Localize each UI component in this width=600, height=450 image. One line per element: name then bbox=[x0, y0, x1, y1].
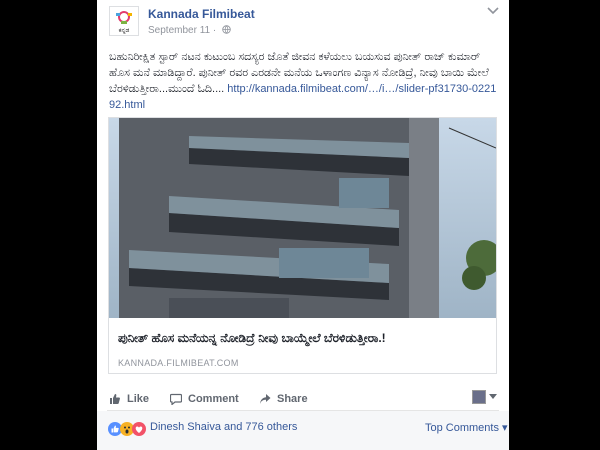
post-header: ಕನ್ನಡ Kannada Filmibeat September 11 · bbox=[97, 0, 509, 42]
comment-label: Comment bbox=[188, 393, 239, 405]
chevron-down-icon[interactable] bbox=[487, 6, 499, 16]
action-bar: Like Comment Share bbox=[109, 386, 497, 410]
share-button[interactable]: Share bbox=[259, 392, 308, 406]
reactions-bar: Dinesh Shaiva and 776 others Top Comment… bbox=[97, 411, 509, 450]
share-label: Share bbox=[277, 393, 308, 405]
caret-down-icon[interactable] bbox=[489, 394, 497, 399]
share-as-avatar[interactable] bbox=[472, 390, 486, 404]
top-comments-dropdown[interactable]: Top Comments ▾ bbox=[425, 421, 508, 434]
post-meta: September 11 · bbox=[148, 25, 231, 36]
link-attachment[interactable]: ಪುನೀತ್ ಹೊಸ ಮನೆಯನ್ನ ನೋಡಿದ್ರೆ ನೀವು ಬಾಯ್ಮೇಲ… bbox=[108, 117, 497, 374]
globe-icon bbox=[222, 25, 231, 34]
thumbs-up-icon bbox=[110, 394, 120, 404]
film-reel-icon bbox=[118, 11, 130, 23]
attachment-title[interactable]: ಪುನೀತ್ ಹೊಸ ಮನೆಯನ್ನ ನೋಡಿದ್ರೆ ನೀವು ಬಾಯ್ಮೇಲ… bbox=[118, 331, 386, 346]
page-name[interactable]: Kannada Filmibeat bbox=[148, 7, 255, 21]
attachment-image[interactable] bbox=[109, 118, 496, 318]
avatar-text: ಕನ್ನಡ bbox=[119, 27, 130, 34]
share-icon bbox=[260, 394, 271, 404]
page-avatar[interactable]: ಕನ್ನಡ bbox=[109, 6, 139, 36]
post-card: ಕನ್ನಡ Kannada Filmibeat September 11 · ಬ… bbox=[97, 0, 509, 450]
reaction-icons[interactable] bbox=[108, 422, 148, 436]
post-date[interactable]: September 11 · bbox=[148, 25, 219, 36]
love-reaction-icon bbox=[132, 422, 146, 436]
like-label: Like bbox=[127, 393, 150, 405]
comment-button[interactable]: Comment bbox=[170, 392, 239, 406]
attachment-domain: KANNADA.FILMIBEAT.COM bbox=[118, 358, 239, 368]
like-button[interactable]: Like bbox=[109, 392, 149, 406]
reaction-names[interactable]: Dinesh Shaiva and 776 others bbox=[150, 421, 297, 433]
comment-icon bbox=[170, 393, 182, 405]
post-body: ಬಹುನಿರೀಕ್ಷಿತ ಸ್ಟಾರ್ ನಟನ ಕುಟುಂಬ ಸದಸ್ಯರ ಜೊ… bbox=[109, 49, 501, 113]
